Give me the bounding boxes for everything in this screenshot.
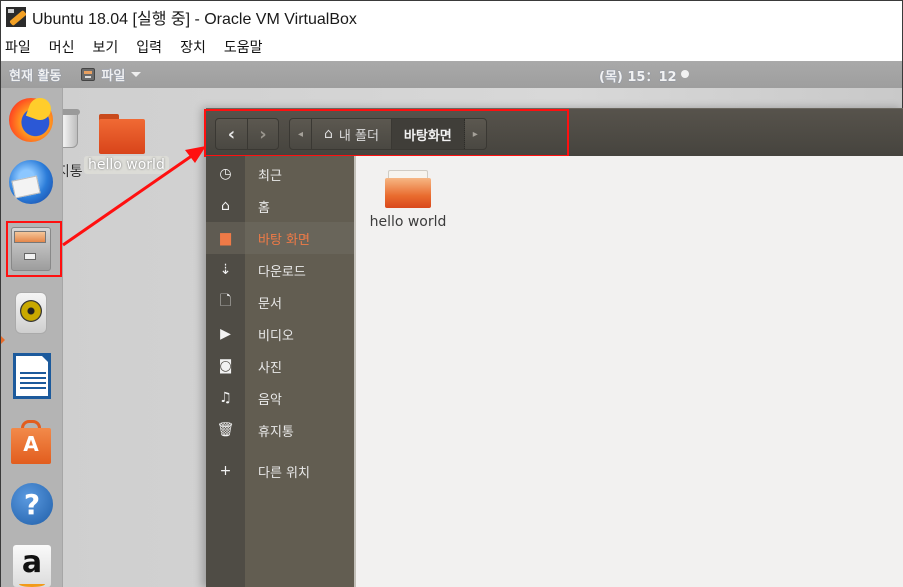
menu-machine[interactable]: 머신 bbox=[49, 37, 75, 57]
menu-input[interactable]: 입력 bbox=[136, 37, 162, 57]
caret-down-icon bbox=[131, 72, 142, 77]
sidebar-item-trash[interactable]: 🗑 휴지통 bbox=[206, 414, 354, 446]
sidebar-item-label: 사진 bbox=[258, 360, 282, 376]
document-icon bbox=[13, 353, 51, 399]
sidebar-item-music[interactable]: ♫ 음악 bbox=[206, 382, 354, 414]
app-menu-label: 파일 bbox=[101, 69, 126, 84]
folder-icon: ▆ bbox=[220, 230, 231, 246]
dock: A ? a bbox=[1, 88, 63, 587]
help-icon: ? bbox=[11, 483, 53, 525]
sidebar-item-label: 음악 bbox=[258, 392, 282, 408]
virtualbox-window: Ubuntu 18.04 [실행 중] - Oracle VM VirtualB… bbox=[0, 0, 903, 587]
notification-dot-icon bbox=[680, 70, 689, 78]
sidebar-item-desktop[interactable]: ▆ 바탕 화면 bbox=[206, 222, 354, 254]
menu-help[interactable]: 도움말 bbox=[224, 37, 263, 57]
file-cabinet-icon bbox=[81, 68, 96, 81]
file-item-folder[interactable]: hello world bbox=[368, 170, 448, 230]
dock-item-rhythmbox[interactable] bbox=[7, 290, 55, 338]
window-title: Ubuntu 18.04 [실행 중] - Oracle VM VirtualB… bbox=[32, 11, 357, 28]
dock-item-thunderbird[interactable] bbox=[7, 158, 55, 206]
document-icon: 🗋 bbox=[219, 293, 232, 309]
sidebar-item-recent[interactable]: ◷ 최근 bbox=[206, 158, 354, 190]
sidebar-item-label: 다운로드 bbox=[258, 264, 306, 280]
music-icon: ♫ bbox=[219, 390, 232, 406]
video-icon: ▶ bbox=[220, 326, 231, 342]
sidebar-item-label: 다른 위치 bbox=[258, 465, 310, 481]
menu-bar: 파일 머신 보기 입력 장치 도움말 bbox=[1, 33, 902, 61]
sidebar-item-downloads[interactable]: ⇣ 다운로드 bbox=[206, 254, 354, 286]
sidebar-item-label: 문서 bbox=[258, 296, 282, 312]
dock-item-amazon[interactable]: a bbox=[7, 541, 55, 587]
dock-item-software[interactable]: A bbox=[7, 418, 55, 466]
activities-button[interactable]: 현재 활동 bbox=[9, 65, 61, 84]
sidebar-item-other-locations[interactable]: + 다른 위치 bbox=[206, 455, 354, 487]
desktop-folder-icon[interactable] bbox=[99, 114, 145, 154]
menu-view[interactable]: 보기 bbox=[93, 37, 119, 57]
sidebar-item-pictures[interactable]: ◙ 사진 bbox=[206, 350, 354, 382]
download-icon: ⇣ bbox=[219, 262, 232, 278]
sidebar-item-documents[interactable]: 🗋 문서 bbox=[206, 286, 354, 318]
ubuntu-top-panel: 현재 활동 파일 (목) 15：12 bbox=[1, 61, 902, 88]
folder-icon bbox=[385, 170, 431, 208]
app-menu[interactable]: 파일 bbox=[81, 65, 142, 84]
sidebar-item-label: 휴지통 bbox=[258, 424, 294, 440]
firefox-icon bbox=[9, 98, 53, 142]
plus-icon: + bbox=[219, 463, 232, 479]
file-item-name: hello world bbox=[369, 214, 447, 230]
clock-text: (목) 15：12 bbox=[599, 70, 677, 85]
annotation-highlight-box bbox=[6, 221, 62, 277]
menu-devices[interactable]: 장치 bbox=[180, 37, 206, 57]
clock-icon: ◷ bbox=[219, 166, 232, 182]
sidebar-item-home[interactable]: ⌂ 홈 bbox=[206, 190, 354, 222]
dock-item-help[interactable]: ? bbox=[7, 481, 55, 529]
clock[interactable]: (목) 15：12 bbox=[599, 66, 689, 85]
trash-icon: 🗑 bbox=[216, 422, 235, 438]
sidebar-item-label: 바탕 화면 bbox=[258, 232, 310, 248]
places-sidebar: ◷ 최근 ⌂ 홈 ▆ 바탕 화면 ⇣ 다운로드 🗋 문서 ▶ 비디오 ◙ 사진 … bbox=[206, 156, 356, 587]
software-glyph: A bbox=[23, 432, 39, 456]
desktop-folder-label[interactable]: hello world bbox=[84, 156, 169, 174]
sidebar-item-label: 홈 bbox=[258, 200, 270, 216]
dock-item-firefox[interactable] bbox=[7, 96, 55, 144]
virtualbox-logo-icon bbox=[6, 7, 27, 27]
sidebar-item-label: 비디오 bbox=[258, 328, 294, 344]
sidebar-item-videos[interactable]: ▶ 비디오 bbox=[206, 318, 354, 350]
menu-file[interactable]: 파일 bbox=[5, 37, 31, 57]
running-indicator bbox=[1, 336, 5, 344]
camera-icon: ◙ bbox=[218, 358, 233, 374]
header-bar: ‹ › ◂ ⌂ 내 폴더 바탕화면 ▸ bbox=[204, 108, 903, 157]
dock-item-libreoffice[interactable] bbox=[7, 353, 55, 401]
home-icon: ⌂ bbox=[221, 198, 230, 214]
files-window: ‹ › ◂ ⌂ 내 폴더 바탕화면 ▸ ◷ 최근 ⌂ 홈 ▆ 바탕 화면 ⇣ 다… bbox=[204, 108, 903, 587]
annotation-highlight-box bbox=[204, 109, 569, 157]
sidebar-item-label: 최근 bbox=[258, 168, 282, 184]
title-bar: Ubuntu 18.04 [실행 중] - Oracle VM VirtualB… bbox=[1, 1, 902, 33]
file-view[interactable]: hello world bbox=[356, 156, 903, 587]
